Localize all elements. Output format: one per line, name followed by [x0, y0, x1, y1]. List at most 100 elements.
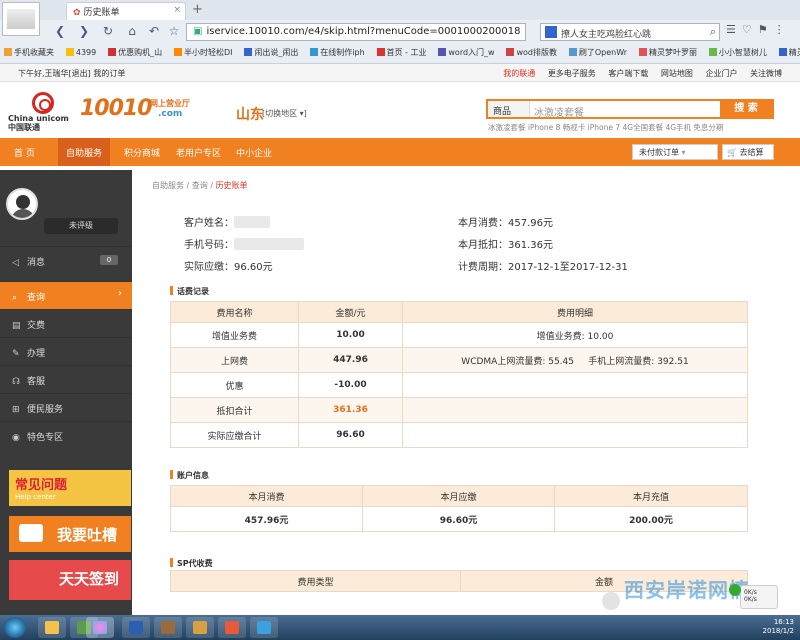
- photo-icon: [161, 621, 175, 634]
- hot-search-words[interactable]: 冰激凌套餐 iPhone 8 畅视卡 iPhone 7 4G全国套餐 4G手机 …: [488, 122, 723, 133]
- bookmark-icon: [4, 48, 12, 56]
- bookmark[interactable]: 优惠购机_山: [108, 47, 162, 58]
- bookmark-icon: [244, 48, 253, 56]
- tab-history-bill[interactable]: ✿ 历史账单 ×: [66, 2, 186, 20]
- toolbar-icons[interactable]: ☰♡⚑⋮: [726, 23, 800, 41]
- masked-name: [234, 216, 270, 228]
- nav-home[interactable]: 首 页: [14, 146, 35, 159]
- bookmark[interactable]: 4399: [65, 48, 96, 57]
- taskbar-app-browser[interactable]: [86, 617, 114, 638]
- bookmark[interactable]: 小小智慧树儿: [708, 47, 767, 58]
- new-tab-button[interactable]: +: [192, 2, 203, 17]
- column-header: 费用名称: [170, 301, 299, 323]
- unpaid-orders-button[interactable]: 未付款订单 ▾: [632, 144, 718, 160]
- search-category-select[interactable]: 商品: [488, 101, 530, 117]
- daily-checkin-banner[interactable]: 天天签到: [9, 560, 131, 600]
- speaker-icon: ◁: [12, 258, 19, 268]
- avatar[interactable]: [6, 188, 38, 220]
- search-button[interactable]: 搜 索: [720, 101, 772, 117]
- link-client-download[interactable]: 客户端下载: [608, 69, 648, 78]
- breadcrumb-current: 历史账单: [215, 181, 248, 190]
- taskbar-app-word[interactable]: [122, 617, 150, 638]
- china-unicom-logo[interactable]: China unicom中国联通: [8, 92, 70, 132]
- taskbar-app-photo[interactable]: [154, 617, 182, 638]
- nav-old-users[interactable]: 老用户专区: [176, 146, 221, 159]
- forward-icon[interactable]: ❯: [76, 23, 92, 39]
- bookmark[interactable]: 手机收藏夹: [4, 47, 54, 58]
- link-enterprise[interactable]: 企业门户: [705, 69, 737, 78]
- bookmark[interactable]: 闹出说_闹出: [244, 47, 298, 58]
- sidebar-item-messages[interactable]: ◁ 消息 0: [0, 246, 132, 274]
- network-speed-widget[interactable]: 0K/s 0K/s: [729, 584, 778, 609]
- taskbar-app-mail[interactable]: [186, 617, 214, 638]
- bookmark-icon: [438, 48, 447, 56]
- taskbar-app-media[interactable]: [218, 617, 246, 638]
- start-button[interactable]: [4, 617, 26, 638]
- headset-icon: ☊: [12, 377, 20, 387]
- checkout-button[interactable]: 🛒 去结算: [722, 144, 774, 160]
- chevron-down-icon: ▾: [681, 148, 686, 157]
- sidebar-item-service[interactable]: ☊ 客服: [0, 365, 132, 393]
- breadcrumb-self-service[interactable]: 自助服务: [152, 181, 184, 190]
- monthly-consumption: 本月消费：457.96元: [458, 218, 553, 229]
- link-weibo[interactable]: 关注微博: [750, 69, 782, 78]
- close-tab-icon[interactable]: ×: [173, 5, 181, 15]
- pen-icon: ✎: [12, 349, 20, 359]
- table-row: 457.96元 96.60元 200.00元: [170, 506, 748, 532]
- media-icon: [225, 621, 239, 634]
- bookmark[interactable]: wod排版教: [506, 47, 557, 58]
- sidebar-item-convenience[interactable]: ⊞ 便民服务: [0, 393, 132, 421]
- actual-due: 实际应缴：96.60元: [184, 262, 273, 273]
- sidebar-item-featured[interactable]: ◉ 特色专区: [0, 421, 132, 449]
- undo-icon[interactable]: ↶: [146, 23, 162, 39]
- column-header: 本月充值: [554, 485, 748, 507]
- site-search-input[interactable]: 冰激凌套餐: [534, 104, 584, 119]
- greeting[interactable]: 下午好,王瑞华[退出] 我的订单: [18, 68, 125, 79]
- brand-subtitle: 网上营业厅: [150, 99, 190, 108]
- table-row: 上网费 447.96 WCDMA上网流量费: 55.45 手机上网流量费: 39…: [170, 347, 748, 373]
- bookmark[interactable]: 刷了OpenWr: [568, 47, 627, 58]
- table-row: 抵扣合计 361.36: [170, 397, 748, 423]
- system-tray-clock[interactable]: 16:13 2018/1/2: [763, 618, 794, 636]
- tab-favicon-icon: ✿: [73, 8, 81, 18]
- unicom-knot-icon: [32, 92, 54, 114]
- bookmark[interactable]: 在线制作iph: [310, 47, 365, 58]
- nav-points-mall[interactable]: 积分商城: [124, 146, 160, 159]
- nav-self-service[interactable]: 自助服务: [58, 138, 111, 166]
- user-level: 未评级: [44, 218, 118, 234]
- address-bar[interactable]: ▣ iservice.10010.com/e4/skip.html?menuCod…: [186, 23, 526, 41]
- breadcrumb-query[interactable]: 查询: [192, 181, 208, 190]
- link-site-map[interactable]: 网站地图: [661, 69, 693, 78]
- masked-phone: [234, 238, 304, 250]
- brand-com: .com: [158, 109, 183, 119]
- sidebar-item-query[interactable]: ⌕ 查询 ›: [0, 281, 132, 309]
- bookmark-icon: [778, 48, 787, 56]
- chevron-right-icon: ›: [118, 288, 122, 299]
- bookmark[interactable]: 精灵梦叶罗丽: [638, 47, 697, 58]
- search-engine-icon: [545, 26, 557, 38]
- page-icon: ▣: [193, 26, 203, 37]
- home-icon[interactable]: ⌂: [124, 23, 140, 39]
- search-icon[interactable]: ⌕: [710, 25, 716, 39]
- link-my-unicom[interactable]: 我的联通: [503, 69, 535, 78]
- back-icon[interactable]: ❮: [52, 23, 68, 39]
- taskbar-app-chat[interactable]: [250, 617, 278, 638]
- bookmark[interactable]: 半小时轻松DI: [173, 47, 233, 58]
- bookmark[interactable]: 首页 - 工业: [376, 47, 427, 58]
- sidebar-item-payment[interactable]: ▤ 交费: [0, 309, 132, 337]
- star-icon[interactable]: ☆: [166, 23, 182, 39]
- sidebar-item-handle[interactable]: ✎ 办理: [0, 337, 132, 365]
- region-switch[interactable]: [切换地区 ▾]: [262, 108, 307, 119]
- refresh-icon[interactable]: ↻: [100, 23, 116, 39]
- browser-chrome: ✿ 历史账单 × + ❮ ❯ ↻ ⌂ ↶ ☆ ▣ iservice.10010.co…: [0, 0, 800, 64]
- bookmark[interactable]: 精灵梦叶罗丽: [778, 47, 800, 58]
- feedback-banner[interactable]: 我要吐槽: [9, 516, 131, 552]
- help-center-banner[interactable]: 常见问题 Help center: [9, 470, 131, 506]
- nav-small-business[interactable]: 中小企业: [236, 146, 272, 159]
- column-header: 本月消费: [170, 485, 363, 507]
- bookmark[interactable]: word入门_w: [438, 47, 495, 58]
- taskbar-app-explorer[interactable]: [38, 617, 66, 638]
- browser-search-input[interactable]: 撩人女主吃鸡脸红心跳 ⌕: [540, 23, 720, 41]
- column-header: 费用类型: [170, 570, 461, 592]
- link-more-services[interactable]: 更多电子服务: [548, 69, 596, 78]
